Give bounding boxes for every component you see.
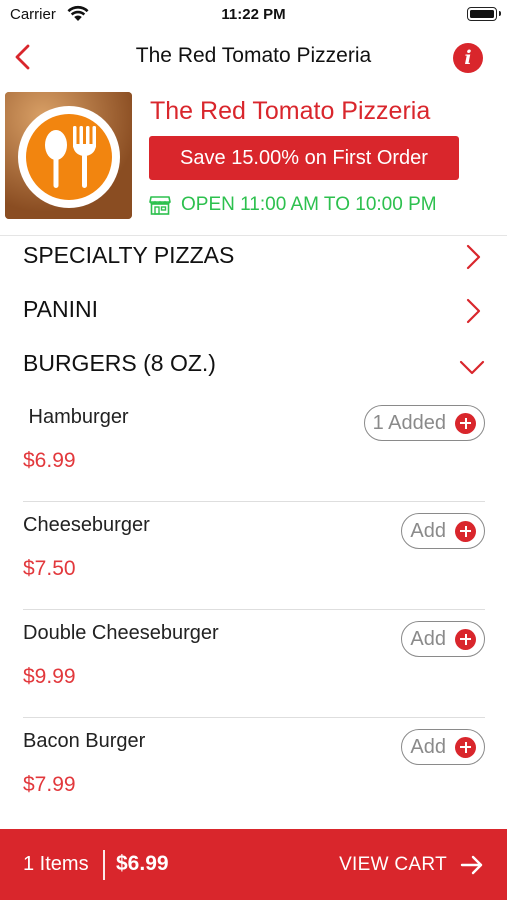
item-name: Bacon Burger [23,730,146,752]
plus-circle-icon [455,628,476,650]
item-name: Cheeseburger [23,514,150,536]
battery-icon [467,7,501,21]
offer-banner: Save 15.00% on First Order [149,136,459,180]
plus-circle-icon [455,412,476,434]
arrow-right-icon[interactable] [460,854,484,876]
plus-circle-icon [455,520,476,542]
added-button[interactable]: 1 Added [363,405,485,441]
add-button-label: Add [410,519,446,542]
chevron-right-icon [466,244,481,270]
view-cart-button[interactable]: VIEW CART [339,854,447,876]
menu-item[interactable]: Hamburger $6.99 1 Added [0,393,507,501]
item-price: $6.99 [23,449,76,472]
category-specialty-pizzas[interactable]: SPECIALTY PIZZAS [0,232,507,286]
restaurant-header: The Red Tomato Pizzeria Save 15.00% on F… [0,88,507,236]
add-button[interactable]: Add [401,513,485,549]
cart-total: $6.99 [116,852,169,875]
spoon-fork-icon [45,126,96,188]
back-chevron-icon[interactable] [10,42,40,72]
add-button-label: 1 Added [372,411,446,434]
add-button[interactable]: Add [401,621,485,657]
menu-item[interactable]: Bacon Burger $7.99 Add [0,717,507,825]
cart-item-count: 1 Items [23,853,89,875]
category-panini[interactable]: PANINI [0,286,507,340]
clock: 11:22 PM [221,6,286,23]
category-label: SPECIALTY PIZZAS [23,242,235,268]
status-bar: Carrier 11:22 PM [0,0,507,32]
chevron-down-icon [459,360,485,375]
chevron-right-icon [466,298,481,324]
category-label: BURGERS (8 OZ.) [23,350,216,376]
cart-bar[interactable]: 1 Items $6.99 VIEW CART [0,829,507,900]
plus-circle-icon [455,736,476,758]
item-price: $7.99 [23,773,76,796]
add-button-label: Add [410,627,446,650]
info-icon[interactable]: i [453,43,483,73]
item-price: $7.50 [23,557,76,580]
restaurant-name: The Red Tomato Pizzeria [150,97,431,125]
item-name: Double Cheeseburger [23,622,219,644]
nav-title: The Red Tomato Pizzeria [135,44,372,67]
item-name: Hamburger [23,406,129,428]
restaurant-logo [5,92,132,219]
divider [103,850,105,880]
opening-hours: OPEN 11:00 AM TO 10:00 PM [149,193,437,217]
add-button[interactable]: Add [401,729,485,765]
hours-text: OPEN 11:00 AM TO 10:00 PM [181,194,437,215]
divider [23,609,485,610]
category-burgers[interactable]: BURGERS (8 OZ.) [0,340,507,394]
menu-item[interactable]: Cheeseburger $7.50 Add [0,501,507,609]
category-label: PANINI [23,296,98,322]
menu-item[interactable]: Double Cheeseburger $9.99 Add [0,609,507,717]
item-price: $9.99 [23,665,76,688]
store-icon [149,196,171,215]
navigation-bar: The Red Tomato Pizzeria i [0,32,507,84]
divider [23,717,485,718]
add-button-label: Add [410,735,446,758]
divider [23,501,485,502]
